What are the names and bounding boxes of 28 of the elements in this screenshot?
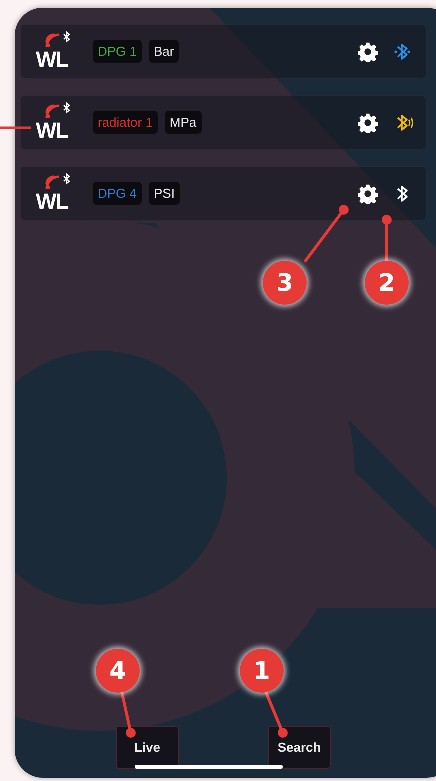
device-row[interactable]: WL radiator 1 MPa [20,95,427,150]
leader-line [120,692,136,738]
leader-line [264,691,288,738]
device-name-tag: DPG 4 [93,182,142,205]
device-row[interactable]: WL DPG 4 PSI [20,166,427,221]
device-name-tag: DPG 1 [93,40,142,63]
settings-icon[interactable] [358,184,378,204]
wifi-icon [45,104,61,120]
bluetooth-icon [63,102,71,114]
nav-button[interactable]: Live [116,726,179,769]
logo-text: WL [36,120,68,142]
leader-line [304,205,349,263]
device-name-tag: radiator 1 [93,111,158,134]
logo-text: WL [36,190,68,212]
settings-icon[interactable] [358,112,378,132]
unit-tag: Bar [149,40,180,63]
bluetooth-icon [63,30,71,42]
wifi-icon [45,32,61,48]
device-row[interactable]: WL DPG 1 Bar [20,24,427,79]
settings-icon[interactable] [358,42,378,62]
nav-button[interactable]: Search [268,726,331,769]
bluetooth-icon [63,172,71,184]
unit-tag: MPa [164,111,202,134]
unit-tag: PSI [149,182,180,205]
leader-line [382,215,392,262]
leader-line [0,126,31,130]
logo-text: WL [36,48,68,70]
wifi-icon [45,174,61,190]
